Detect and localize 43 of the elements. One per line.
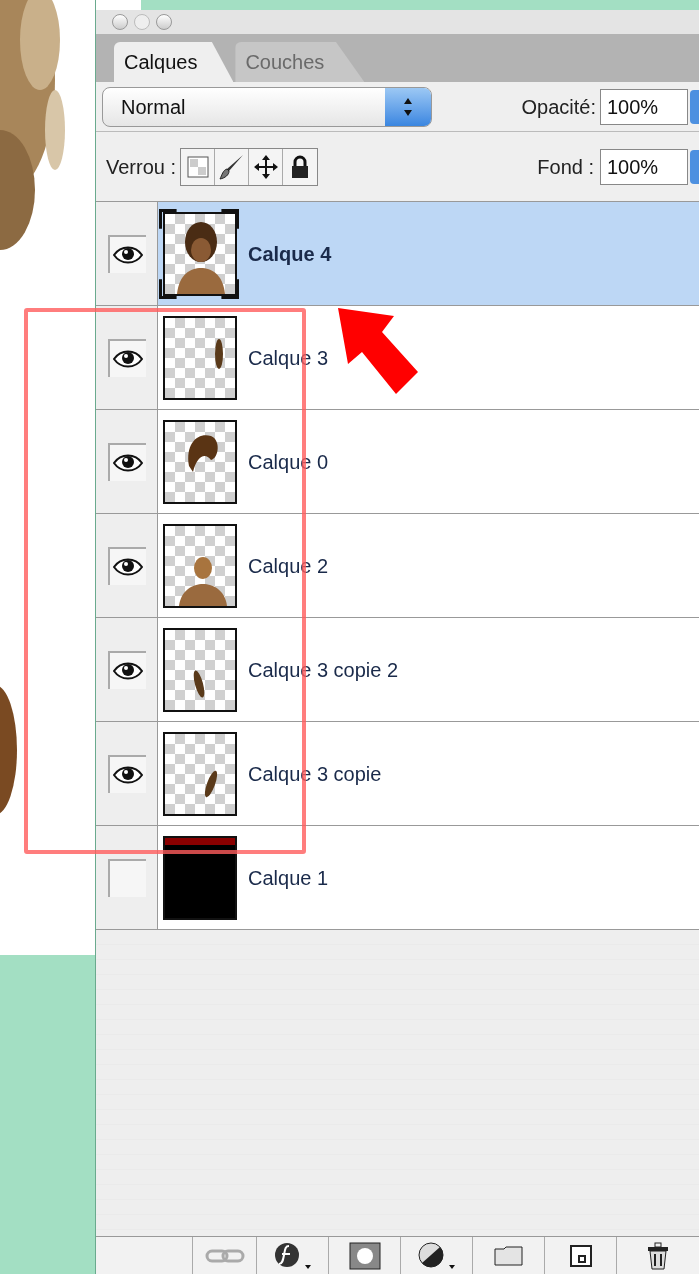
folder-icon [493, 1244, 524, 1267]
visibility-toggle[interactable] [107, 754, 146, 793]
move-icon [252, 153, 279, 180]
visibility-toggle[interactable] [107, 546, 146, 585]
eye-icon [112, 348, 143, 369]
close-button[interactable] [112, 14, 128, 30]
visibility-toggle[interactable] [107, 858, 146, 897]
fill-label: Fond : [537, 154, 594, 180]
eye-icon [112, 764, 143, 785]
panel-tab[interactable]: Calques [114, 42, 234, 82]
opacity-label: Opacité: [521, 94, 596, 120]
fx-icon [272, 1240, 313, 1271]
opacity-stepper[interactable] [690, 89, 699, 124]
lock-all-button[interactable] [283, 148, 318, 185]
trash-icon [647, 1241, 669, 1270]
opacity-field[interactable]: 100% [600, 88, 688, 125]
eye-icon [112, 452, 143, 473]
lock-position-button[interactable] [249, 148, 284, 185]
visibility-toggle[interactable] [107, 234, 146, 273]
zoom-button[interactable] [156, 14, 172, 30]
blend-mode-dropdown[interactable]: Normal [102, 86, 432, 127]
eye-icon [112, 660, 143, 681]
eye-icon [112, 556, 143, 577]
visibility-toggle[interactable] [107, 650, 146, 689]
new-page-icon [568, 1243, 593, 1268]
chain-icon [204, 1247, 245, 1264]
layer-name: Calque 4 [248, 241, 332, 267]
visibility-toggle[interactable] [107, 442, 146, 481]
layer-row[interactable]: Calque 1 [96, 826, 699, 930]
brush-icon [218, 152, 245, 181]
fill-stepper[interactable] [690, 149, 699, 184]
visibility-toggle[interactable] [107, 338, 146, 377]
mask-icon [347, 1240, 382, 1271]
lock-pixels-button[interactable] [215, 148, 250, 185]
fill-field[interactable]: 100% [600, 148, 688, 185]
eye-icon [112, 244, 143, 265]
padlock-icon [290, 154, 311, 179]
half-circle-icon [416, 1240, 457, 1271]
lock-label: Verrou : [106, 154, 177, 180]
checkerboard-icon [186, 155, 209, 178]
layer-row[interactable]: Calque 4 [96, 202, 699, 306]
layer-name: Calque 1 [248, 865, 329, 891]
stepper-icon [385, 87, 431, 126]
